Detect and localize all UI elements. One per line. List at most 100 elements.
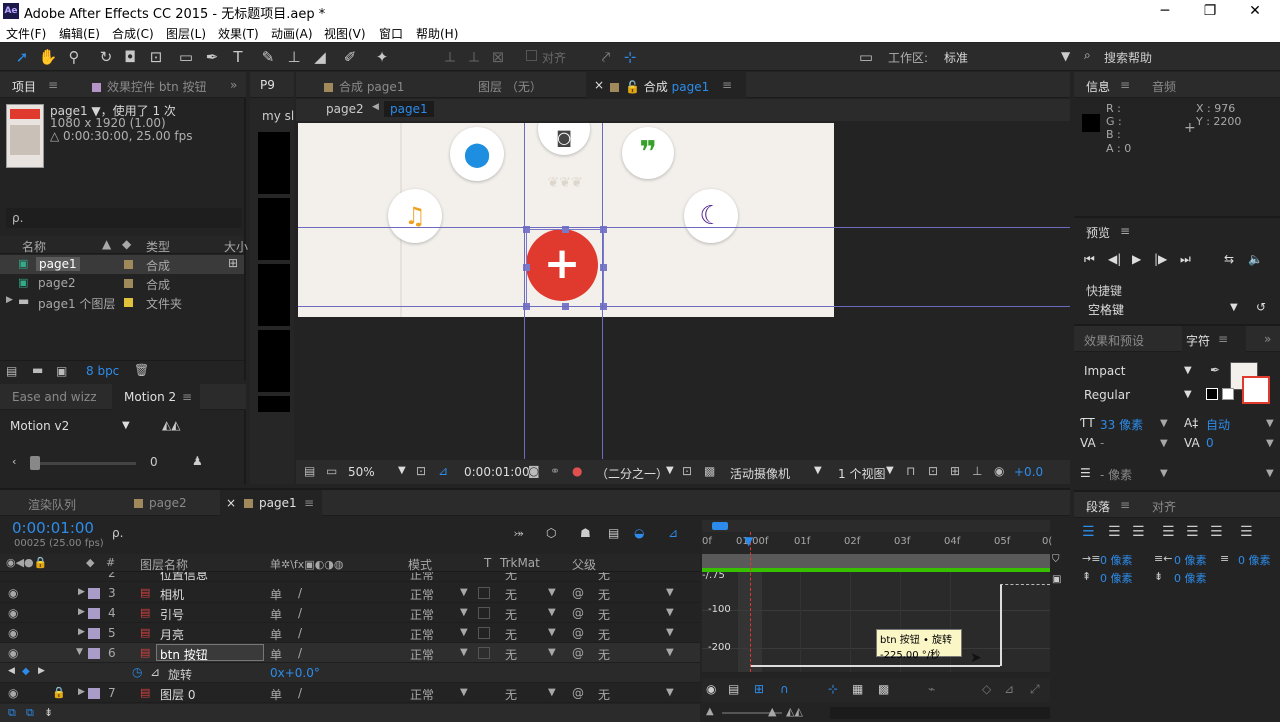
tab-info[interactable]: 信息 [1086, 78, 1110, 95]
auto-bezier-icon[interactable]: ⤢ [1030, 682, 1040, 697]
tab-page1-close-icon[interactable]: × [226, 496, 236, 510]
slider-handle[interactable] [30, 456, 40, 470]
workspace-select[interactable]: 标准 [944, 49, 968, 66]
lock-icon[interactable]: 🔒 [52, 686, 66, 699]
bpc-button[interactable]: 8 bpc [86, 364, 119, 378]
space-after-value[interactable]: 0 像素 [1174, 570, 1207, 586]
tab-paragraph[interactable]: 段落 [1086, 498, 1110, 515]
roi-icon[interactable]: ⊡ [682, 464, 692, 478]
leading-value[interactable]: 自动 [1206, 416, 1230, 433]
visibility-eye-icon[interactable]: ◉ [8, 686, 18, 700]
brush-tool-icon[interactable]: ✎ [258, 47, 278, 67]
trkmat-dropdown-icon[interactable]: ▼ [548, 627, 556, 638]
camera-tool-icon[interactable]: ◘ [120, 47, 140, 67]
motion-blur-icon[interactable]: ◒ [634, 526, 644, 540]
menu-help[interactable]: 帮助(H) [416, 25, 458, 42]
quality-switch[interactable]: / [298, 686, 302, 700]
motion-slider[interactable] [32, 462, 136, 465]
pickwhip-icon[interactable]: @ [572, 606, 584, 620]
col-name[interactable]: 名称 [22, 238, 46, 255]
parent-dropdown-icon[interactable]: ▼ [666, 647, 674, 658]
stroke-style-dropdown-icon[interactable]: ▼ [1266, 468, 1274, 479]
stroke-dropdown-icon[interactable]: ▼ [1160, 468, 1168, 479]
menu-layer[interactable]: 图层(L) [166, 25, 206, 42]
fast-preview-icon[interactable]: ⊡ [928, 464, 938, 478]
parent-dropdown-icon[interactable]: ▼ [666, 627, 674, 638]
col-parent[interactable]: 父级 [572, 556, 596, 573]
thumb-2[interactable] [258, 198, 290, 260]
col-trkmat[interactable]: TrkMat [500, 556, 540, 570]
separate-dims-icon[interactable]: ▩ [878, 682, 889, 696]
exposure-value[interactable]: +0.0 [1014, 465, 1043, 479]
shy-switch[interactable]: 单 [270, 586, 282, 603]
fit-all-icon[interactable]: ▦ [852, 682, 863, 696]
pickwhip-icon[interactable]: @ [572, 586, 584, 600]
menu-edit[interactable]: 编辑(E) [59, 25, 100, 42]
flowchart-icon[interactable]: ⊞ [228, 256, 238, 270]
kerning-value[interactable]: - [1100, 436, 1104, 450]
style-dropdown-icon[interactable]: ▼ [1184, 389, 1192, 400]
label-swatch[interactable] [88, 688, 100, 699]
current-time-line[interactable] [750, 532, 751, 672]
leading-dropdown-icon[interactable]: ▼ [1266, 418, 1274, 429]
music-button[interactable]: ♫ [388, 189, 442, 243]
label-swatch[interactable] [88, 648, 100, 659]
preset-dropdown-icon[interactable]: ▼ [122, 420, 130, 431]
preserve-transparency-checkbox[interactable] [478, 587, 490, 599]
tab-audio[interactable]: 音频 [1152, 78, 1176, 95]
col-layer-name[interactable]: 图层名称 [140, 556, 188, 573]
parent-dropdown-icon[interactable]: ▼ [666, 607, 674, 618]
quality-switch[interactable]: / [298, 606, 302, 620]
camera-dropdown-icon[interactable]: ▼ [814, 465, 822, 476]
axis-world-icon[interactable]: ⟂ [464, 47, 484, 67]
shy-icon[interactable]: ☗ [580, 526, 591, 540]
thumb-1[interactable] [258, 132, 290, 194]
shy-switch[interactable]: 单 [270, 626, 282, 643]
close-button[interactable]: ✕ [1232, 0, 1278, 22]
toggle-pixel-icon[interactable]: ⊓ [906, 464, 915, 478]
channel-icon[interactable]: ● [572, 464, 582, 478]
trkmat-dropdown-icon[interactable]: ▼ [548, 587, 556, 598]
minimize-button[interactable]: ─ [1142, 0, 1188, 22]
pickwhip-icon[interactable]: @ [572, 626, 584, 640]
indent-left-value[interactable]: 0 像素 [1100, 552, 1133, 568]
layer-row[interactable]: ▶ 2 位置信息 正常 无 无 [0, 572, 700, 582]
rotate-tool-icon[interactable]: ↻ [96, 47, 116, 67]
zoom-select[interactable]: 50% [348, 465, 375, 479]
current-time-indicator[interactable]: ▼ [744, 534, 753, 548]
location-button[interactable]: ⬤ [450, 127, 504, 181]
guide-horizontal[interactable] [298, 227, 1070, 228]
tab-page2[interactable]: page2 [134, 496, 187, 510]
type-tool-icon[interactable]: T [228, 47, 248, 67]
label-swatch[interactable] [124, 260, 133, 269]
zoom-out-icon[interactable]: ▲ [706, 706, 714, 717]
workspace-icon[interactable]: ▭ [856, 47, 876, 67]
toggle-duration-icon[interactable]: ⇟ [44, 706, 53, 719]
fit-icon[interactable]: ⊡ [416, 464, 426, 478]
prev-keyframe-icon[interactable]: ◀ [8, 666, 15, 676]
thumb-5[interactable] [258, 396, 290, 412]
puppet-pin-tool-icon[interactable]: ✦ [372, 47, 392, 67]
snap-checkbox[interactable] [526, 50, 537, 61]
trkmat-dropdown-icon[interactable]: ▼ [548, 607, 556, 618]
comp-canvas[interactable]: ❦❦❦ ⬤ ◙ ❞ ♫ ☾ + [298, 123, 834, 317]
tab-page1[interactable]: page1 [244, 496, 297, 510]
tab-comp-viewer[interactable]: 🔓 合成 page1 [610, 78, 709, 95]
black-swatch[interactable] [1206, 388, 1218, 400]
label-swatch[interactable] [88, 628, 100, 639]
always-preview-icon[interactable]: ▤ [304, 464, 315, 478]
snap-target-icon[interactable]: ⊹ [620, 47, 640, 67]
clone-stamp-tool-icon[interactable]: ⊥ [284, 47, 304, 67]
tab-footage[interactable]: 合成 page1 [324, 78, 404, 95]
col-mode[interactable]: 模式 [408, 556, 432, 573]
collapse-icon[interactable]: ▼ [76, 647, 83, 657]
visibility-eye-icon[interactable]: ◉ [8, 586, 18, 600]
tracking-value[interactable]: 0 [1206, 436, 1214, 450]
eyedropper-icon[interactable]: ✒ [1210, 363, 1220, 377]
stroke-width-value[interactable]: - 像素 [1100, 466, 1132, 483]
audio-icon[interactable]: 🔈 [1248, 252, 1263, 266]
graph-editor[interactable]: -/.75 -100 -200 btn 按钮 • 旋转 -225.00 °/秒 … [702, 572, 1050, 672]
hand-tool-icon[interactable]: ✋ [38, 47, 58, 67]
menu-window[interactable]: 窗口 [379, 25, 403, 42]
zoom-handle[interactable]: ▲ [768, 705, 776, 718]
